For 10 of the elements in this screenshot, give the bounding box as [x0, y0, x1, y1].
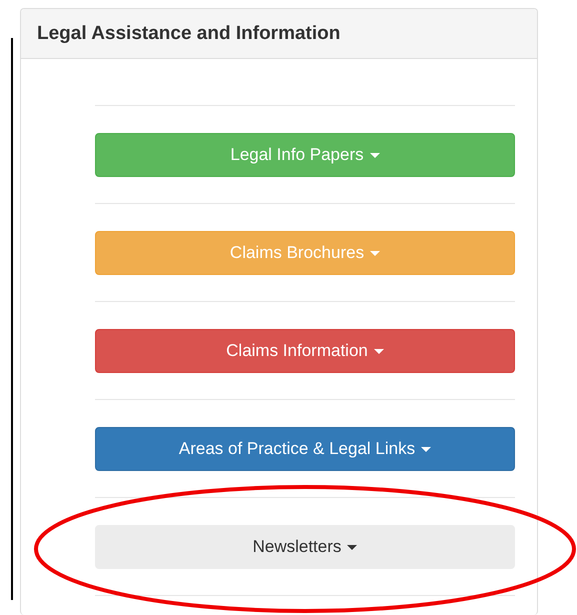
- panel-title: Legal Assistance and Information: [37, 22, 340, 44]
- dropdown-button[interactable]: Newsletters: [95, 525, 515, 569]
- caret-icon: [421, 446, 432, 452]
- caret-icon: [347, 544, 358, 550]
- dropdown-button[interactable]: Legal Info Papers: [95, 133, 515, 177]
- dropdown-button[interactable]: Claims Information: [95, 329, 515, 373]
- caret-icon: [370, 250, 380, 256]
- caret-icon: [370, 152, 380, 158]
- caret-icon: [374, 348, 384, 354]
- dropdown-button[interactable]: Areas of Practice & Legal Links: [95, 427, 515, 471]
